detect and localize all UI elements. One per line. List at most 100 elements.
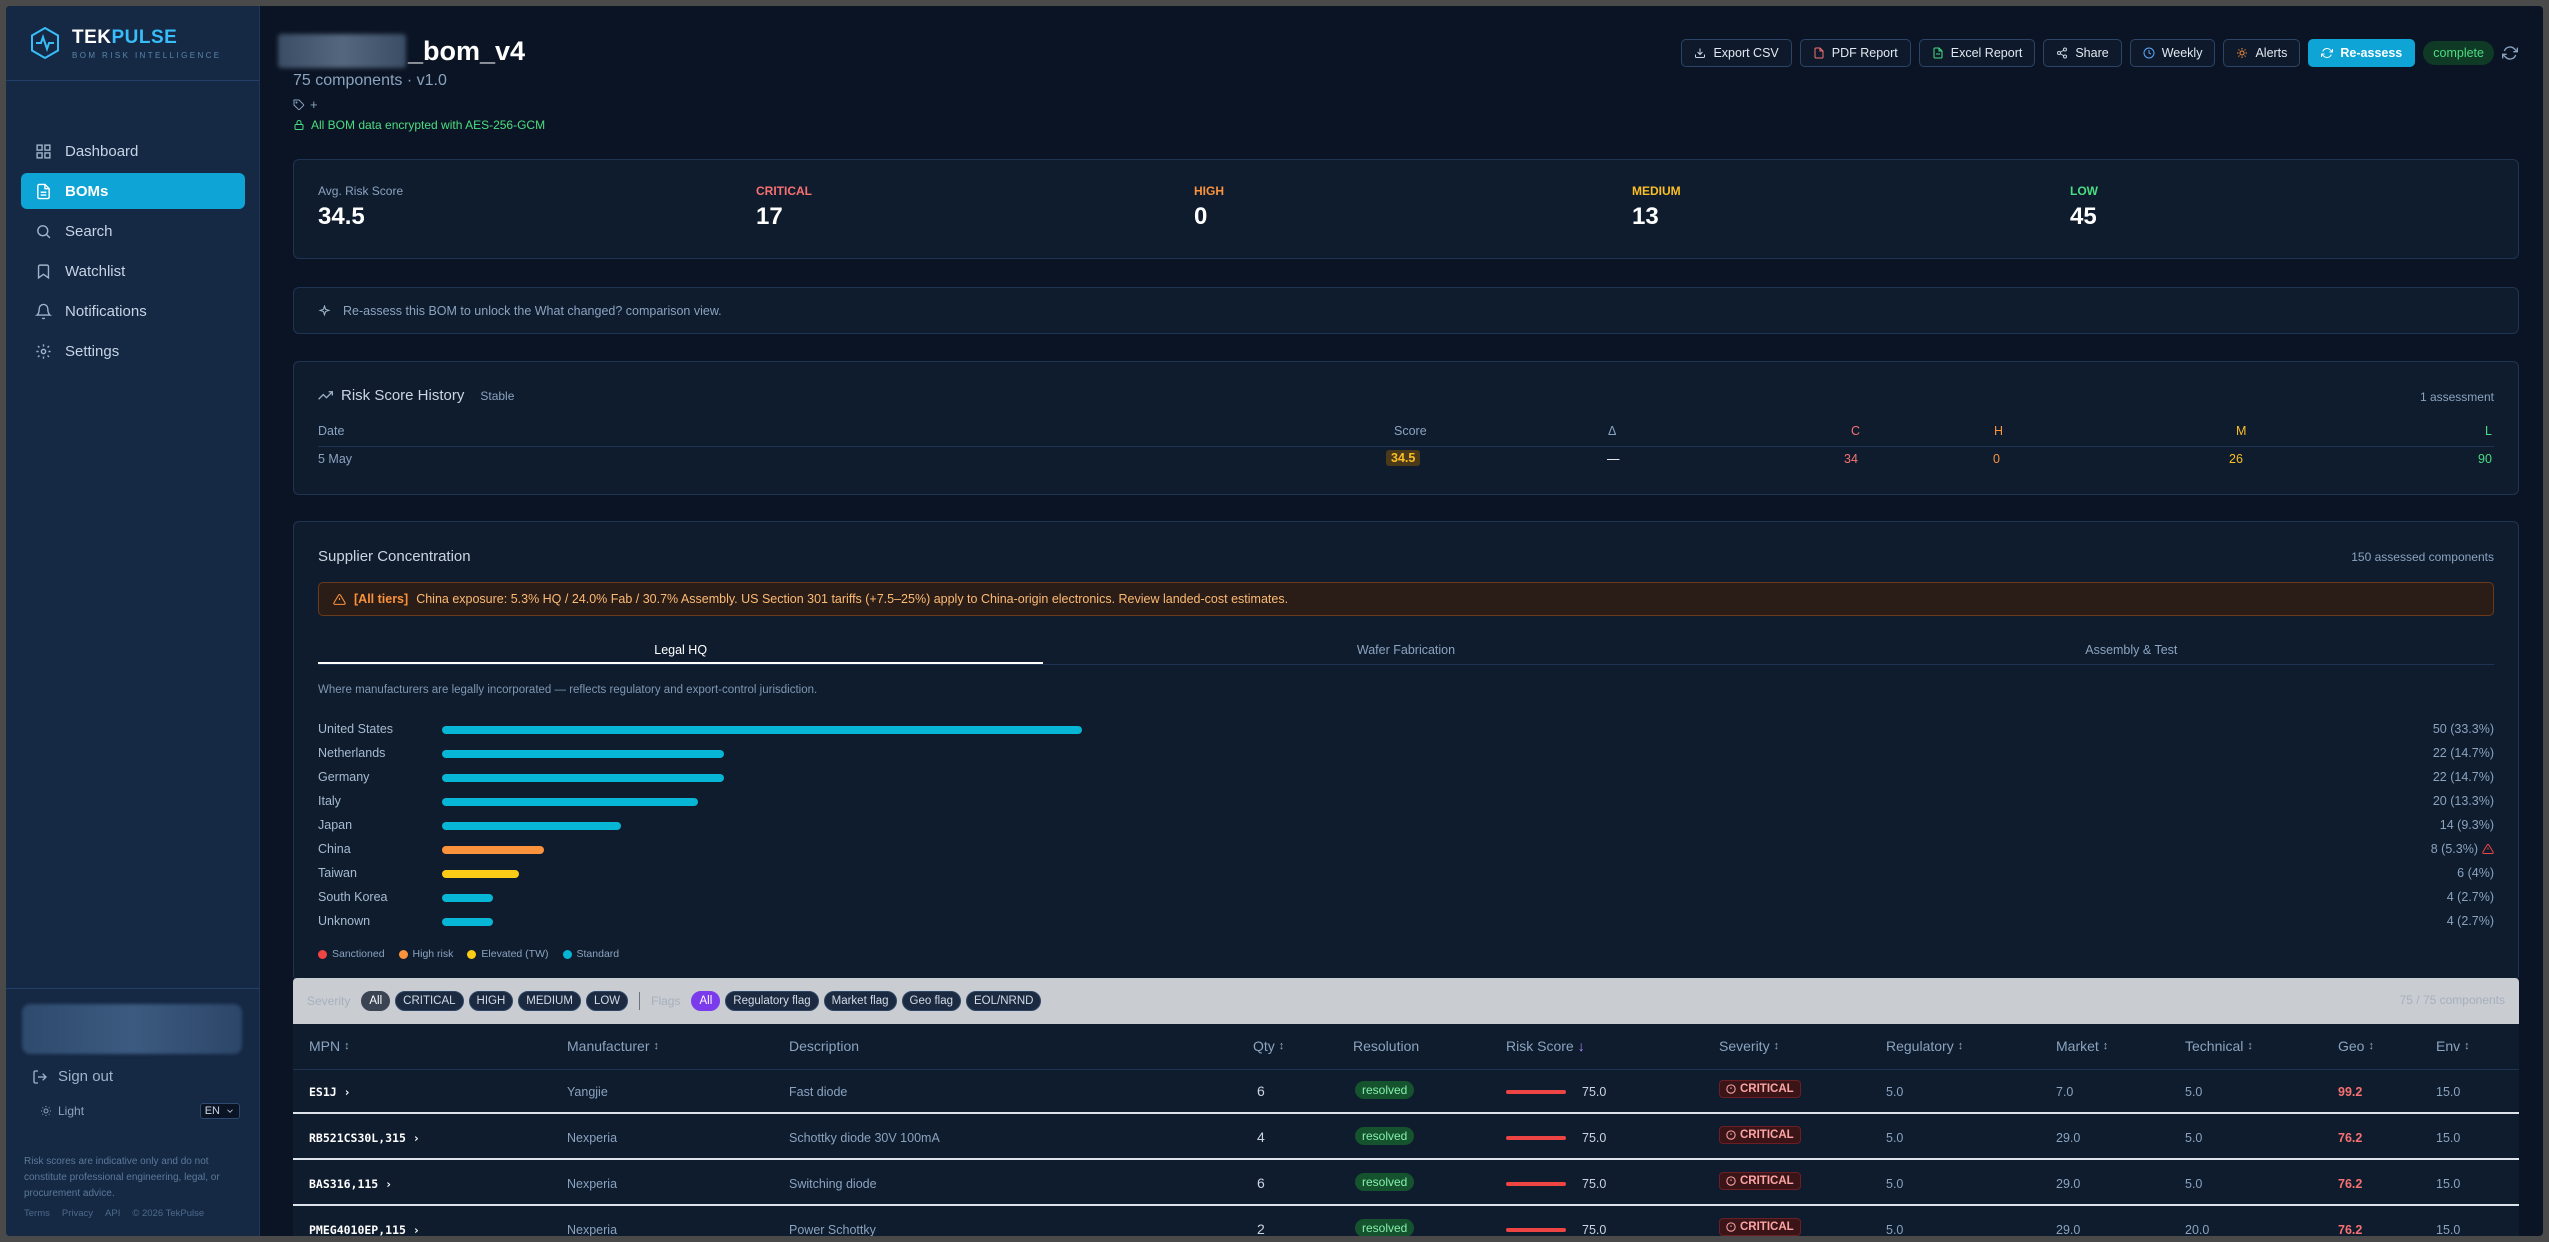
share-icon (2057, 47, 2068, 59)
country-label: Taiwan (318, 866, 357, 880)
tab-legal-hq[interactable]: Legal HQ (318, 635, 1044, 664)
brand-logo[interactable]: TEKPULSE BOM RISK INTELLIGENCE (28, 26, 222, 60)
resolution-badge: resolved (1355, 1127, 1415, 1145)
terms-link[interactable]: Terms (24, 1208, 50, 1219)
description-cell: Power Schottky (789, 1223, 876, 1236)
weekly-button[interactable]: Weekly (2129, 39, 2216, 67)
manufacturer-cell: Nexperia (567, 1223, 618, 1236)
theme-toggle[interactable]: Light (40, 1104, 84, 1118)
trend-icon (318, 391, 333, 400)
divider (318, 446, 2494, 447)
api-link[interactable]: API (105, 1208, 120, 1219)
risk-score-bar (1506, 1228, 1566, 1232)
mpn-cell[interactable]: BAS316,115 › (309, 1177, 392, 1191)
column-header[interactable]: MPN ↕ (309, 1038, 350, 1054)
column-header[interactable]: Risk Score ↓ (1506, 1038, 1585, 1054)
sort-icon: ↕ (2247, 1040, 2253, 1052)
stat-critical: CRITICAL 17 (756, 184, 812, 230)
market-cell: 29.0 (2056, 1131, 2081, 1145)
column-header[interactable]: Technical ↕ (2185, 1038, 2253, 1054)
column-header[interactable]: Market ↕ (2056, 1038, 2108, 1054)
refresh-icon[interactable] (2502, 45, 2518, 61)
env-cell: 15.0 (2436, 1131, 2461, 1145)
supplier-concentration-card: Supplier Concentration 150 assessed comp… (293, 521, 2519, 981)
severity-chip-high[interactable]: HIGH (468, 991, 514, 1011)
technical-cell: 5.0 (2185, 1085, 2203, 1099)
qty-cell: 6 (1257, 1175, 1265, 1191)
bell-icon (35, 303, 52, 319)
china-exposure-alert: [All tiers] China exposure: 5.3% HQ / 24… (318, 582, 2494, 616)
column-header[interactable]: Severity ↕ (1719, 1038, 1779, 1054)
risk-score-bar (1506, 1136, 1566, 1140)
mpn-cell[interactable]: ES1J › (309, 1085, 351, 1099)
severity-chip-critical[interactable]: CRITICAL (395, 991, 464, 1011)
column-header[interactable]: Resolution (1353, 1038, 1419, 1054)
column-header[interactable]: Qty ↕ (1253, 1038, 1284, 1054)
manufacturer-cell: Yangjie (567, 1085, 608, 1099)
page-title: _bom_v4 (408, 35, 526, 66)
column-header[interactable]: Manufacturer ↕ (567, 1038, 659, 1054)
user-profile-card[interactable] (22, 1004, 242, 1054)
sidebar-item-boms[interactable]: BOMs (21, 173, 245, 209)
alert-circle-icon (1726, 1130, 1736, 1140)
alerts-button[interactable]: Alerts (2223, 39, 2301, 67)
share-button[interactable]: Share (2043, 39, 2122, 67)
country-label: Italy (318, 794, 341, 808)
privacy-link[interactable]: Privacy (62, 1208, 93, 1219)
country-label: Unknown (318, 914, 371, 928)
sign-out-button[interactable]: Sign out (32, 1068, 113, 1085)
country-label: South Korea (318, 890, 388, 904)
table-row[interactable]: ES1J › Yangjie Fast diode 6 resolved 75.0 CRIT… (293, 1070, 2519, 1114)
flag-chip-all[interactable]: All (691, 991, 721, 1011)
severity-chip-medium[interactable]: MEDIUM (518, 991, 581, 1011)
severity-chip-all[interactable]: All (361, 991, 391, 1011)
flag-chip-market[interactable]: Market flag (823, 991, 897, 1011)
mpn-cell[interactable]: RB521CS30L,315 › (309, 1131, 420, 1145)
excel-report-button[interactable]: Excel Report (1918, 39, 2036, 67)
column-header[interactable]: Regulatory ↕ (1886, 1038, 1963, 1054)
sort-icon: ↕ (2368, 1040, 2374, 1052)
encryption-notice: All BOM data encrypted with AES-256-GCM (293, 118, 545, 132)
flag-chip-regulatory[interactable]: Regulatory flag (725, 991, 819, 1011)
table-row[interactable]: PMEG4010EP,115 › Nexperia Power Schottky 2 r… (293, 1208, 2519, 1236)
pdf-report-button[interactable]: PDF Report (1799, 39, 1911, 67)
country-bar (442, 774, 724, 782)
mpn-cell[interactable]: PMEG4010EP,115 › (309, 1223, 420, 1236)
tab-assembly-test[interactable]: Assembly & Test (1769, 635, 2494, 664)
table-row[interactable]: RB521CS30L,315 › Nexperia Schottky diode 3… (293, 1116, 2519, 1160)
add-tag-button[interactable]: + (310, 97, 318, 112)
technical-cell: 5.0 (2185, 1177, 2203, 1191)
sidebar-item-watchlist[interactable]: Watchlist (21, 253, 245, 289)
status-badge: complete (2423, 41, 2494, 65)
column-header[interactable]: Geo ↕ (2338, 1038, 2374, 1054)
flag-chip-eol[interactable]: EOL/NRND (966, 991, 1042, 1011)
components-table: MPN ↕ Manufacturer ↕ Description Qty ↕ Resoluti… (293, 1024, 2519, 1236)
column-header[interactable]: Env ↕ (2436, 1038, 2470, 1054)
legend-dot (467, 949, 477, 959)
sidebar-nav: Dashboard BOMs Search Watchlist Notifica… (21, 133, 245, 373)
country-bar-row: Taiwan 6 (4%) (318, 865, 2494, 883)
qty-cell: 2 (1257, 1221, 1265, 1236)
grid-icon (36, 143, 51, 159)
table-row[interactable]: BAS316,115 › Nexperia Switching diode 6 reso… (293, 1162, 2519, 1206)
sidebar-item-notifications[interactable]: Notifications (21, 293, 245, 329)
country-value: 14 (9.3%) (2439, 818, 2494, 832)
sidebar: TEKPULSE BOM RISK INTELLIGENCE Dashboard… (6, 6, 260, 1236)
export-csv-button[interactable]: Export CSV (1681, 39, 1792, 67)
section-title: Supplier Concentration (318, 548, 471, 565)
sidebar-item-settings[interactable]: Settings (21, 333, 245, 369)
sidebar-item-search[interactable]: Search (21, 213, 245, 249)
tab-wafer-fabrication[interactable]: Wafer Fabrication (1043, 635, 1768, 664)
risk-summary-card: Avg. Risk Score 34.5 CRITICAL 17 HIGH 0 … (293, 159, 2519, 259)
flag-chip-geo[interactable]: Geo flag (901, 991, 961, 1011)
regulatory-cell: 5.0 (1886, 1131, 1904, 1145)
risk-score-bar (1506, 1090, 1566, 1094)
refresh-icon (2321, 47, 2334, 59)
sidebar-item-dashboard[interactable]: Dashboard (21, 133, 245, 169)
gear-icon (36, 343, 51, 359)
severity-chip-low[interactable]: LOW (585, 991, 629, 1011)
reassess-button[interactable]: Re-assess (2308, 39, 2416, 67)
language-select[interactable]: EN (199, 1103, 240, 1119)
country-bar (442, 822, 622, 830)
column-header[interactable]: Description (789, 1038, 859, 1054)
